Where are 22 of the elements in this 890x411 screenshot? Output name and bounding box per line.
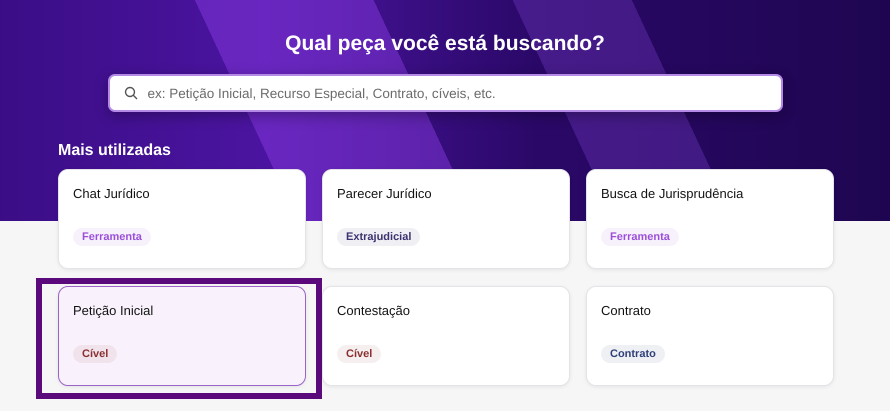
category-tag: Contrato (601, 345, 665, 363)
card-title: Parecer Jurídico (337, 186, 433, 201)
template-card[interactable]: Contestação Cível (322, 286, 570, 386)
page-heading: Qual peça você está buscando? (285, 32, 605, 56)
template-card[interactable]: Busca de Jurisprudência Ferramenta (586, 169, 834, 269)
category-tag: Ferramenta (73, 228, 151, 246)
template-card[interactable]: Parecer Jurídico Extrajudicial (322, 169, 570, 269)
category-tag: Ferramenta (601, 228, 679, 246)
card-title: Contrato (601, 303, 652, 318)
card-title: Petição Inicial (73, 303, 154, 318)
card-title: Contestação (337, 303, 411, 318)
search-field[interactable]: ex: Petição Inicial, Recurso Especial, Contrato, cíveis, etc. (108, 74, 782, 112)
category-tag: Extrajudicial (337, 228, 420, 246)
template-card[interactable]: Chat Jurídico Ferramenta (58, 169, 306, 269)
card-title: Busca de Jurisprudência (601, 186, 744, 201)
template-card[interactable]: Petição Inicial Cível (58, 286, 306, 386)
category-tag: Cível (73, 345, 118, 363)
category-tag: Cível (337, 345, 382, 363)
card-title: Chat Jurídico (73, 186, 151, 201)
section-heading: Mais utilizadas (58, 142, 171, 160)
template-card[interactable]: Contrato Contrato (586, 286, 834, 386)
search-icon (124, 86, 138, 100)
